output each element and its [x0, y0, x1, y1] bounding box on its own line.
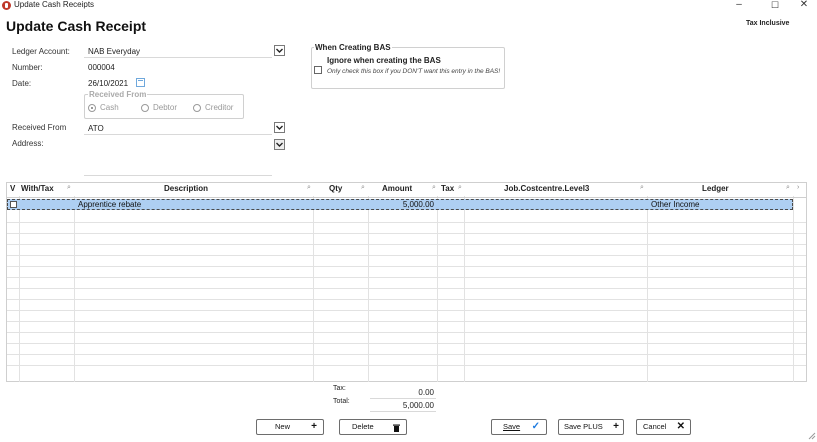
- row-ledger[interactable]: Other Income: [651, 200, 699, 209]
- row-v-checkbox[interactable]: [10, 201, 17, 208]
- scroll-right-icon[interactable]: ›: [797, 184, 799, 191]
- chevron-down-icon: [276, 48, 283, 53]
- address-label: Address:: [12, 139, 44, 148]
- bas-group-title: When Creating BAS: [314, 43, 392, 52]
- row-amount[interactable]: 5,000.00: [370, 200, 434, 209]
- received-from-underline: [84, 134, 272, 135]
- calendar-icon[interactable]: [136, 78, 145, 87]
- col-header-ledger[interactable]: Ledger: [702, 184, 729, 196]
- ledger-account-value[interactable]: NAB Everyday: [88, 47, 140, 56]
- address-underline: [84, 175, 272, 176]
- plus-icon: +: [311, 421, 317, 432]
- bas-hint: Only check this box if you DON'T want th…: [327, 68, 501, 75]
- row-divider: [7, 343, 806, 344]
- page-title: Update Cash Receipt: [6, 18, 147, 34]
- cancel-button[interactable]: Cancel ✕: [636, 419, 691, 435]
- search-icon[interactable]: ⌕: [307, 184, 311, 192]
- trash-icon: [393, 423, 400, 437]
- radio-creditor-label: Creditor: [205, 103, 234, 112]
- row-divider: [7, 277, 806, 278]
- total-separator: [370, 411, 436, 412]
- new-button[interactable]: New +: [256, 419, 324, 435]
- chevron-down-icon: [276, 125, 283, 130]
- row-divider: [7, 233, 806, 234]
- row-divider: [7, 321, 806, 322]
- col-header-qty[interactable]: Qty: [329, 184, 342, 196]
- number-label: Number:: [12, 63, 43, 72]
- resize-grip-icon[interactable]: [807, 431, 816, 440]
- ledger-account-dropdown[interactable]: [274, 45, 285, 56]
- save-plus-button[interactable]: Save PLUS +: [558, 419, 624, 435]
- radio-cash-label: Cash: [100, 103, 119, 112]
- search-icon[interactable]: ⌕: [640, 184, 644, 192]
- app-logo-icon: [2, 1, 11, 10]
- received-from-label: Received From: [12, 123, 67, 132]
- tax-mode-label: Tax Inclusive: [746, 20, 790, 27]
- total-separator: [370, 398, 436, 399]
- search-icon[interactable]: ⌕: [786, 184, 790, 192]
- tax-total-label: Tax:: [333, 385, 346, 392]
- received-from-group-title: Received From: [88, 90, 148, 99]
- date-field[interactable]: 26/10/2021: [88, 79, 128, 88]
- save-button-label: Save: [503, 422, 521, 431]
- row-divider: [7, 288, 806, 289]
- delete-button[interactable]: Delete: [339, 419, 407, 435]
- row-divider: [7, 244, 806, 245]
- window-title: Update Cash Receipts: [14, 0, 95, 9]
- number-field[interactable]: 000004: [88, 63, 115, 72]
- radio-creditor[interactable]: [193, 104, 201, 112]
- received-from-value[interactable]: ATO: [88, 124, 104, 133]
- plus-icon: +: [613, 421, 619, 432]
- row-divider: [7, 299, 806, 300]
- bas-ignore-label: Ignore when creating the BAS: [327, 56, 441, 65]
- maximize-button[interactable]: ☐: [766, 0, 784, 11]
- new-button-label: New: [275, 422, 291, 431]
- line-items-grid: [6, 182, 807, 382]
- row-divider: [7, 255, 806, 256]
- ledger-account-underline: [84, 57, 272, 58]
- received-from-dropdown[interactable]: [274, 122, 285, 133]
- col-header-with-tax[interactable]: With/Tax: [21, 184, 54, 196]
- row-description[interactable]: Apprentice rebate: [78, 200, 141, 209]
- grand-total-label: Total:: [333, 398, 350, 405]
- header-divider: [7, 197, 806, 198]
- row-divider: [7, 365, 806, 366]
- ledger-account-label: Ledger Account:: [12, 47, 70, 56]
- save-button[interactable]: Save ✓: [491, 419, 547, 435]
- col-header-v[interactable]: V: [10, 184, 15, 196]
- tax-total-value: 0.00: [418, 388, 434, 397]
- search-icon[interactable]: ⌕: [458, 184, 462, 192]
- close-icon: ✕: [676, 421, 685, 432]
- row-divider: [7, 332, 806, 333]
- row-divider: [7, 310, 806, 311]
- col-header-job[interactable]: Job.Costcentre.Level3: [504, 184, 589, 196]
- radio-debtor[interactable]: [141, 104, 149, 112]
- date-label: Date:: [12, 79, 32, 88]
- save-plus-button-label: Save PLUS: [564, 422, 603, 431]
- col-header-amount[interactable]: Amount: [382, 184, 412, 196]
- delete-button-label: Delete: [352, 422, 374, 431]
- cancel-button-label: Cancel: [643, 422, 667, 431]
- grand-total-value: 5,000.00: [402, 401, 434, 410]
- radio-cash[interactable]: [88, 104, 96, 112]
- row-divider: [7, 266, 806, 267]
- check-icon: ✓: [531, 421, 540, 432]
- search-icon[interactable]: ⌕: [361, 184, 365, 192]
- search-icon[interactable]: ⌕: [432, 184, 436, 192]
- close-window-button[interactable]: ✕: [795, 0, 813, 11]
- col-header-tax[interactable]: Tax: [441, 184, 454, 196]
- address-dropdown[interactable]: [274, 139, 285, 150]
- chevron-down-icon: [276, 142, 283, 147]
- row-divider: [7, 222, 806, 223]
- search-icon[interactable]: ⌕: [67, 184, 71, 192]
- row-divider: [7, 354, 806, 355]
- window-titlebar: Update Cash Receipts – ☐ ✕: [0, 0, 817, 12]
- minimize-button[interactable]: –: [730, 0, 748, 11]
- bas-ignore-checkbox[interactable]: [314, 66, 322, 74]
- col-header-description[interactable]: Description: [164, 184, 208, 196]
- radio-debtor-label: Debtor: [153, 103, 178, 112]
